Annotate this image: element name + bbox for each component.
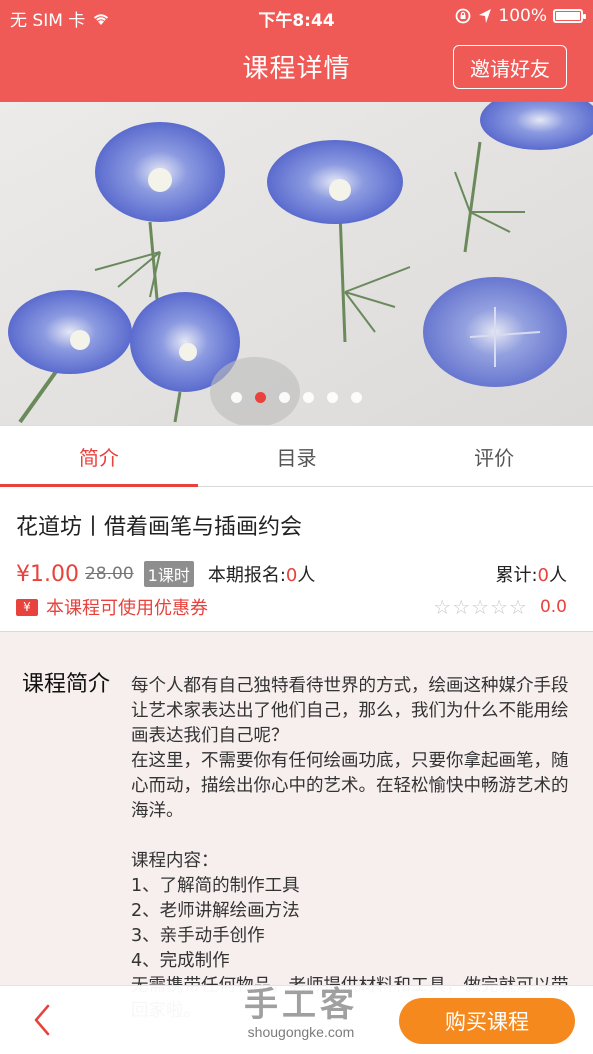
total-number: 0 <box>537 565 549 586</box>
course-title: 花道坊丨借着画笔与插画约会 <box>16 515 303 540</box>
tab-reviews[interactable]: 评价 <box>395 426 593 486</box>
intro-heading: 课程简介 <box>22 672 111 697</box>
current-price: ¥1.00 <box>16 561 79 587</box>
total-unit: 人 <box>549 565 567 586</box>
top-bar: 无 SIM 卡 下午8:44 100% 课程详情 邀请好友 <box>0 0 593 102</box>
tab-intro[interactable]: 简介 <box>0 426 198 487</box>
flower-illustration <box>0 102 593 425</box>
carousel-dot[interactable] <box>351 392 362 403</box>
lesson-count-badge: 1课时 <box>143 561 194 587</box>
location-arrow-icon <box>479 9 492 23</box>
tab-bar: 简介 目录 评价 <box>0 425 593 487</box>
status-bar: 无 SIM 卡 下午8:44 100% <box>0 0 593 34</box>
rating-score: 0.0 <box>539 597 567 617</box>
status-right: 100% <box>454 6 586 26</box>
original-price: 28.00 <box>84 564 134 584</box>
enroll-label: 本期报名: <box>207 565 286 586</box>
back-button[interactable] <box>22 1000 62 1040</box>
enroll-count: 本期报名:0人 <box>208 561 316 587</box>
coupon-row: ¥ 本课程可使用优惠券 ☆☆☆☆☆ 0.0 <box>16 594 567 620</box>
chevron-left-icon <box>34 1004 50 1036</box>
invite-friends-button[interactable]: 邀请好友 <box>453 45 567 89</box>
buy-course-button[interactable]: 购买课程 <box>399 998 575 1044</box>
enroll-unit: 人 <box>297 565 316 586</box>
coupon-icon: ¥ <box>16 598 38 616</box>
total-count: 累计:0人 <box>495 561 567 587</box>
course-info: 花道坊丨借着画笔与插画约会 ¥1.00 28.00 1课时 本期报名:0人 累计… <box>0 489 593 632</box>
carousel-dot[interactable] <box>327 392 338 403</box>
carousel-dot[interactable] <box>303 392 314 403</box>
tab-catalog[interactable]: 目录 <box>198 426 396 486</box>
rotation-lock-icon <box>455 8 471 24</box>
carousel-dots[interactable] <box>0 392 593 403</box>
battery-fill <box>556 12 580 20</box>
price-row: ¥1.00 28.00 1课时 本期报名:0人 累计:0人 <box>16 559 567 589</box>
coupon-notice[interactable]: 本课程可使用优惠券 <box>46 594 208 620</box>
total-label: 累计: <box>495 565 538 586</box>
carousel-dot[interactable] <box>231 392 242 403</box>
carousel-dot[interactable] <box>279 392 290 403</box>
star-rating-icon: ☆☆☆☆☆ <box>433 595 528 619</box>
battery-percent: 100% <box>498 6 547 26</box>
enroll-number: 0 <box>285 565 298 586</box>
carousel-dot[interactable] <box>255 392 266 403</box>
bottom-action-bar: 购买课程 <box>0 985 593 1054</box>
battery-icon <box>553 9 586 23</box>
course-banner-image[interactable] <box>0 102 593 425</box>
intro-text: 每个人都有自己独特看待世界的方式，绘画这种媒介手段让艺术家表达出了他们自己，那么… <box>131 676 569 1021</box>
